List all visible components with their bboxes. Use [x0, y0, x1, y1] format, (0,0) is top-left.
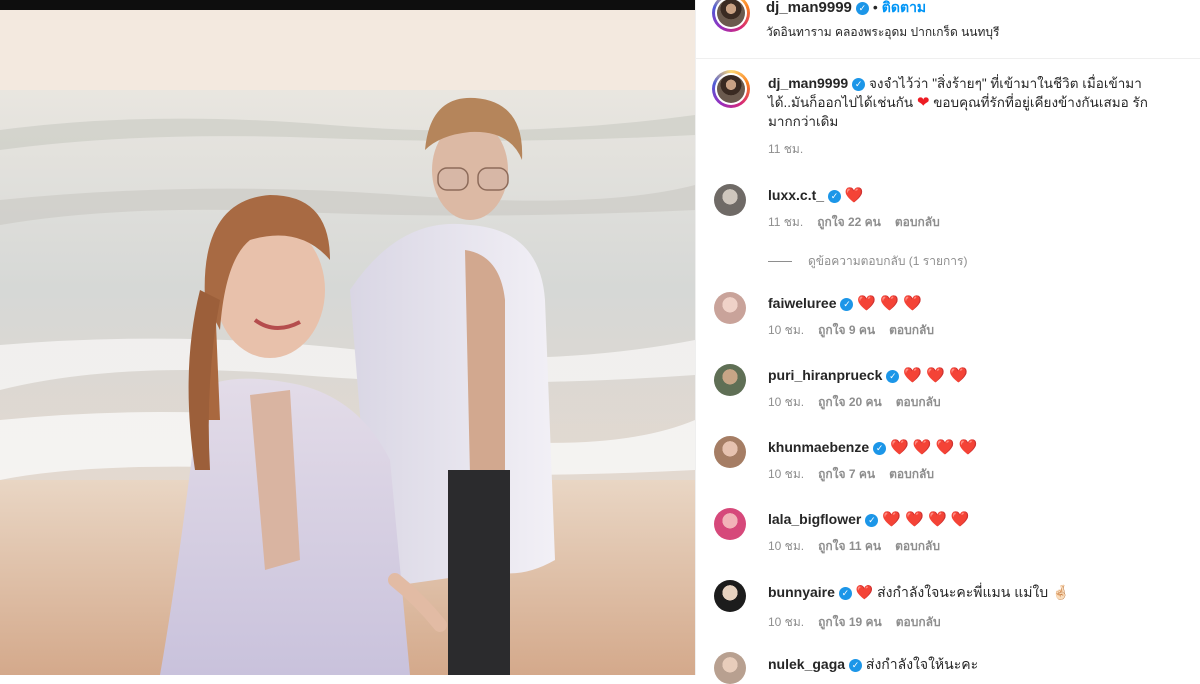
reply-button[interactable]: ตอบกลับ	[895, 539, 940, 553]
caption-author-username[interactable]: dj_man9999	[768, 75, 848, 91]
comment-likes[interactable]: ถูกใจ 7 คน	[818, 467, 875, 481]
caption-text-line2b: ขอบคุณที่รักที่อยู่เคียงข้างกันเสมอ รัก	[933, 95, 1148, 110]
comment-text: ❤️	[844, 187, 864, 204]
caption-text-line1: จงจำไว้ว่า "สิ่งร้ายๆ" ที่เข้ามาในชีวิต …	[868, 76, 1142, 91]
comment-time: 10 ชม.	[768, 395, 805, 409]
side-panel: dj_man9999 ✓ • ติดตาม วัดอินทาราม คลองพระอุ…	[695, 0, 1200, 684]
comment-time: 10 ชม.	[768, 615, 805, 629]
verified-badge-icon: ✓	[838, 587, 852, 600]
comment-text: ❤️ ส่งกำลังใจนะคะพี่แมน แม่ใบ 🤞🏻	[855, 584, 1070, 600]
verified-badge-icon: ✓	[828, 190, 842, 203]
comment-text: ❤️ ❤️ ❤️ ❤️	[882, 511, 970, 528]
commenter-avatar[interactable]	[714, 364, 746, 396]
follow-button[interactable]: ติดตาม	[882, 0, 926, 15]
comment-text: ❤️ ❤️ ❤️ ❤️	[890, 439, 978, 456]
comment-text: ส่งกำลังใจให้นะคะ	[865, 656, 979, 672]
verified-badge-icon: ✓	[852, 78, 866, 91]
comment-likes[interactable]: ถูกใจ 9 คน	[818, 323, 875, 337]
commenter-avatar[interactable]	[714, 184, 746, 216]
commenter-username[interactable]: lala_bigflower	[768, 511, 861, 527]
comment-likes[interactable]: ถูกใจ 20 คน	[818, 395, 882, 409]
commenter-username[interactable]: bunnyaire	[768, 584, 835, 600]
separator-dot: •	[872, 0, 878, 15]
verified-badge-icon: ✓	[865, 514, 879, 527]
reply-button[interactable]: ตอบกลับ	[895, 215, 940, 229]
commenter-avatar[interactable]	[714, 292, 746, 324]
caption-text-line3: มากกว่าเดิม	[768, 114, 839, 129]
view-replies-text: ดูข้อความตอบกลับ (1 รายการ)	[808, 254, 968, 268]
comment-text: ❤️ ❤️ ❤️	[903, 367, 968, 384]
caption-timestamp: 11 ชม.	[768, 142, 804, 156]
verified-badge-icon: ✓	[840, 298, 854, 311]
reply-button[interactable]: ตอบกลับ	[889, 467, 934, 481]
reply-dash	[768, 261, 792, 263]
reply-button[interactable]: ตอบกลับ	[896, 615, 941, 629]
caption-text-line2: ได้..มันก็ออกไปได้เช่นกัน	[768, 95, 914, 110]
commenter-avatar[interactable]	[714, 652, 746, 684]
post-header: dj_man9999 ✓ • ติดตาม วัดอินทาราม คลองพระอุ…	[696, 0, 1200, 59]
comment-time: 10 ชม.	[768, 323, 805, 337]
commenter-avatar[interactable]	[714, 580, 746, 612]
verified-badge-icon: ✓	[849, 659, 863, 672]
commenter-avatar[interactable]	[714, 508, 746, 540]
author-username[interactable]: dj_man9999	[766, 0, 852, 16]
commenter-username[interactable]: luxx.c.t_	[768, 187, 824, 203]
post-photo[interactable]	[0, 0, 695, 675]
reply-button[interactable]: ตอบกลับ	[889, 323, 934, 337]
verified-badge-icon: ✓	[855, 2, 869, 15]
comment-time: 10 ชม.	[768, 539, 805, 553]
view-replies-link[interactable]: ดูข้อความตอบกลับ (1 รายการ)	[768, 252, 967, 271]
commenter-username[interactable]: nulek_gaga	[768, 656, 845, 672]
commenter-username[interactable]: khunmaebenze	[768, 439, 869, 455]
verified-badge-icon: ✓	[873, 442, 887, 455]
photo-illustration	[0, 10, 695, 675]
reply-button[interactable]: ตอบกลับ	[896, 395, 941, 409]
author-avatar[interactable]	[712, 0, 750, 32]
comment-text: ❤️ ❤️ ❤️	[857, 295, 922, 312]
comment-likes[interactable]: ถูกใจ 22 คน	[817, 215, 881, 229]
post-location[interactable]: วัดอินทาราม คลองพระอุดม ปากเกร็ด นนทบุรี	[766, 23, 999, 42]
caption-author-avatar[interactable]	[712, 70, 750, 108]
comment-time: 11 ชม.	[768, 215, 804, 229]
commenter-username[interactable]: faiweluree	[768, 295, 836, 311]
comment-likes[interactable]: ถูกใจ 11 คน	[818, 539, 881, 553]
comment-time: 10 ชม.	[768, 467, 805, 481]
heart-emoji: ❤	[916, 94, 930, 111]
verified-badge-icon: ✓	[886, 370, 900, 383]
comment-likes[interactable]: ถูกใจ 19 คน	[818, 615, 882, 629]
commenter-avatar[interactable]	[714, 436, 746, 468]
commenter-username[interactable]: puri_hiranprueck	[768, 367, 882, 383]
